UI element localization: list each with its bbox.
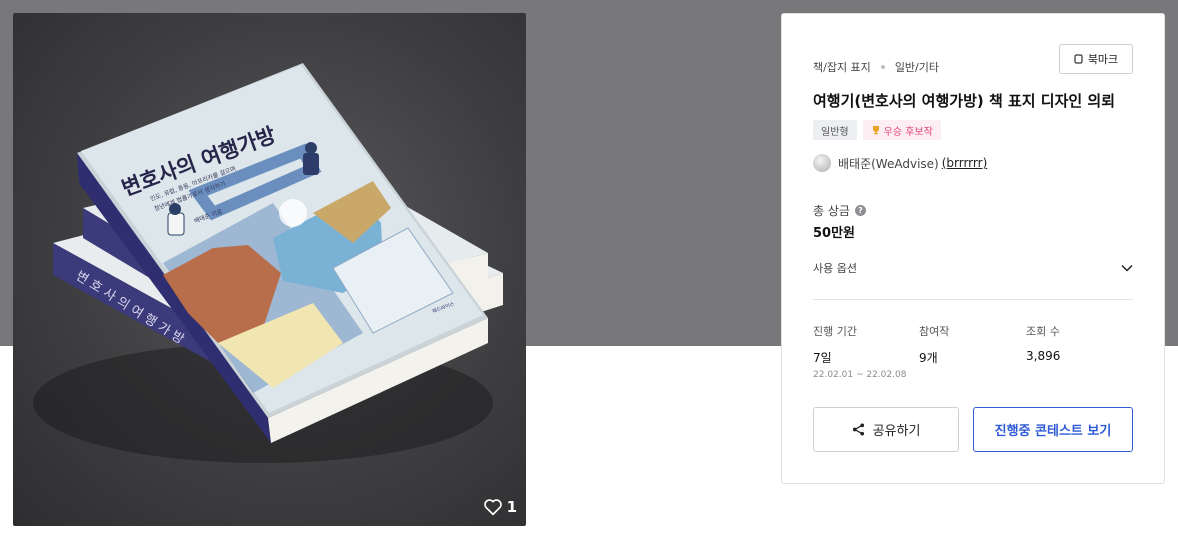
author-name: 배태준(WeAdvise) xyxy=(838,156,939,171)
prize-value: 50만원 xyxy=(813,226,856,241)
stat-period-value: 7일 xyxy=(813,351,832,365)
stat-period: 진행 기간 7일 22.02.01 ~ 22.02.08 xyxy=(813,323,906,380)
share-icon xyxy=(852,423,864,436)
stat-entries: 참여작 9개 xyxy=(919,323,949,366)
help-icon[interactable]: ? xyxy=(854,205,866,216)
contest-title: 여행기(변호사의 여행가방) 책 표지 디자인 의뢰 xyxy=(813,92,1116,110)
book-mockup-illustration: 변 호 사 의 여 행 가 방 변호사의 여행가방 인도, 유럽, 중동, 아프… xyxy=(33,63,503,463)
tag-winner-candidate: 우승 후보작 xyxy=(862,120,941,140)
usage-options-label: 사용 옵션 xyxy=(813,262,857,275)
author-handle[interactable]: (brrrrrr) xyxy=(942,156,988,170)
stat-entries-value: 9개 xyxy=(919,351,938,365)
avatar xyxy=(813,154,831,172)
share-button[interactable]: 공유하기 xyxy=(813,407,959,452)
bookmark-label: 북마크 xyxy=(1087,53,1119,66)
stat-period-range: 22.02.01 ~ 22.02.08 xyxy=(813,370,907,380)
breadcrumb-subcategory[interactable]: 일반/기타 xyxy=(895,59,939,75)
bookmark-button[interactable]: 북마크 xyxy=(1059,44,1133,74)
stat-views: 조회 수 3,896 xyxy=(1026,323,1060,363)
bookmark-icon xyxy=(1074,54,1083,64)
share-label: 공유하기 xyxy=(872,424,921,439)
chevron-down-icon xyxy=(1121,264,1133,272)
stat-views-value: 3,896 xyxy=(1026,349,1061,363)
breadcrumb: 책/잡지 표지 일반/기타 xyxy=(813,59,939,75)
stat-views-label: 조회 수 xyxy=(1026,325,1060,338)
heart-icon xyxy=(483,499,502,516)
stat-period-label: 진행 기간 xyxy=(813,325,857,338)
tag-general: 일반형 xyxy=(813,120,857,140)
author-info[interactable]: 배태준(WeAdvise) (brrrrrr) xyxy=(813,154,987,172)
trophy-icon xyxy=(872,126,879,135)
prize-label: 총 상금 ? xyxy=(813,202,866,219)
tag-winner-label: 우승 후보작 xyxy=(883,126,933,138)
artwork-image[interactable]: 변 호 사 의 여 행 가 방 변호사의 여행가방 인도, 유럽, 중동, 아프… xyxy=(13,13,526,526)
like-button[interactable]: 1 xyxy=(483,498,517,516)
like-count: 1 xyxy=(506,498,517,516)
contest-info-card: 책/잡지 표지 일반/기타 북마크 여행기(변호사의 여행가방) 책 표지 디자… xyxy=(781,13,1165,484)
contest-tags: 일반형 우승 후보작 xyxy=(813,120,941,140)
breadcrumb-separator xyxy=(880,65,885,69)
usage-options-toggle[interactable]: 사용 옵션 xyxy=(813,258,1133,278)
view-ongoing-contest-label: 진행중 콘테스트 보기 xyxy=(994,424,1112,439)
stat-entries-label: 참여작 xyxy=(919,325,950,338)
divider xyxy=(813,299,1133,300)
prize-label-text: 총 상금 xyxy=(813,204,850,218)
view-ongoing-contest-button[interactable]: 진행중 콘테스트 보기 xyxy=(973,407,1133,452)
breadcrumb-category[interactable]: 책/잡지 표지 xyxy=(813,59,871,75)
